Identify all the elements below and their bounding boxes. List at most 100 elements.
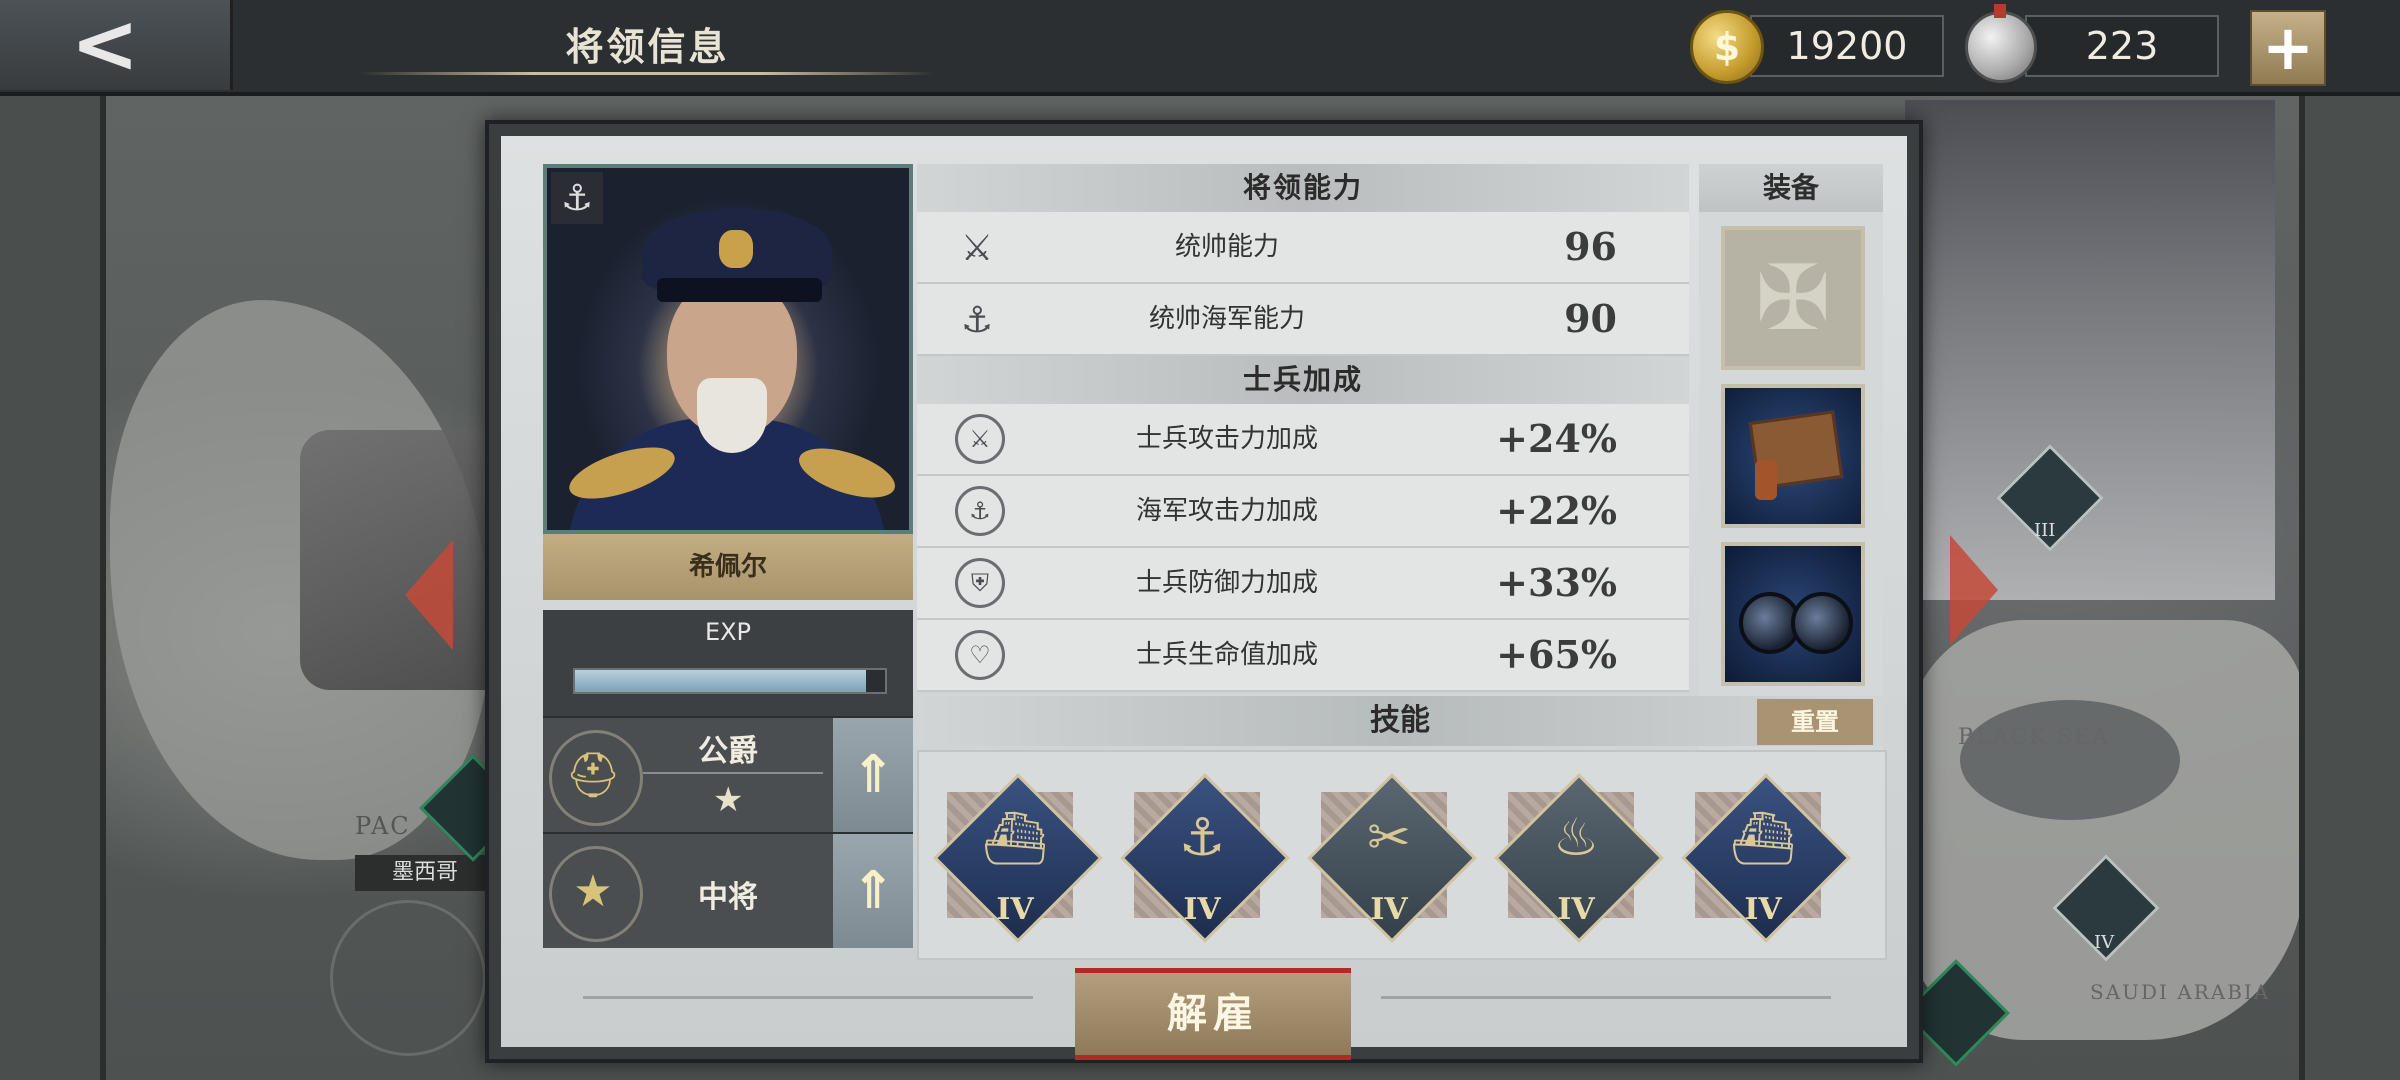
upgrade-title-button[interactable]: ⇑ [833,718,913,832]
star-rank-icon: ★ [573,865,613,917]
skill-slot[interactable]: ♨ IV [1494,773,1664,943]
rank-divider [643,772,823,774]
ship-location-icon: ⛴ [1729,809,1796,869]
skill-slot[interactable]: ⚓ IV [1120,773,1290,943]
skill-level: IV [1744,892,1782,927]
upgrade-arrow-icon: ⇑ [851,745,895,805]
ability-value: 96 [1564,224,1617,269]
decorative-line [583,996,1033,999]
nobility-title: 公爵 [698,734,758,769]
battleship-icon: ⛴ [981,809,1048,869]
map-label-saudi-arabia: SAUDI ARABIA [2090,980,2271,1004]
map-unit-level: IV [2094,932,2115,953]
upgrade-rank-button[interactable]: ⇑ [833,834,913,948]
navy-anchor-icon: ⚓ [551,172,603,224]
skill-level: IV [996,892,1034,927]
ability-value: 90 [1564,296,1617,341]
next-general-arrow-icon[interactable] [1950,535,1998,645]
title-underline [360,72,935,75]
title-rank-row: ⛑ 公爵 ★ ⇑ [543,716,913,832]
portrait-cap-badge [719,230,753,268]
helmet-icon: ⛑ [565,750,621,801]
portrait-cap-band [657,278,822,302]
title-area: 将领信息 [360,10,935,80]
exp-progress-bar [573,668,887,694]
dismiss-general-button[interactable]: 解雇 [1075,968,1351,1060]
bonus-value: +22% [1496,488,1617,533]
exp-label: EXP [704,618,752,646]
exp-progress-fill [575,670,867,692]
equipment-slot-medal[interactable]: ✠ [1721,226,1865,370]
silver-currency: 223 [1965,4,2230,83]
skills-panel: ⛴ IV ⚓ IV ✂ IV ♨ IV ⛴ IV [917,750,1887,960]
skill-slot[interactable]: ⛴ IV [1681,773,1851,943]
skill-level: IV [1557,892,1595,927]
equipment-heading: 装备 [1699,164,1883,212]
upgrade-arrow-icon: ⇑ [851,861,895,921]
health-plus-icon: ♡ [955,630,1005,680]
ability-row: ⚓ 统帅海军能力 90 [917,284,1689,356]
ability-label: 统帅能力 [1174,232,1279,262]
ability-row: ⚔ 统帅能力 96 [917,212,1689,284]
iron-cross-icon: ✠ [1755,245,1831,351]
crossed-swords-icon: ⚔ [960,227,994,269]
military-rank: 中将 [698,880,758,915]
bonus-label: 海军攻击力加成 [1135,496,1318,526]
gold-amount: 19200 [1750,15,1944,77]
bonuses-heading: 士兵加成 [917,356,1689,404]
map-frame-left [0,92,106,1080]
general-name: 希佩尔 [543,534,913,600]
dialog-body: ⚓ 希佩尔 EXP ⛑ 公爵 ★ ⇑ ★ 中将 ⇑ 将领能力 ⚔ 统帅能力 96… [501,136,1907,1060]
plus-icon: + [2262,11,2314,84]
equipment-slot-binoculars[interactable] [1721,542,1865,686]
silver-amount: 223 [2025,15,2219,77]
skill-level: IV [1370,892,1408,927]
bandage-knife-icon: ✂ [1367,808,1411,868]
bonus-value: +24% [1496,416,1617,461]
military-rank-row: ★ 中将 ⇑ [543,832,913,948]
add-currency-button[interactable]: + [2250,10,2326,86]
anchor-laurel-icon: ⚓ [1178,808,1226,868]
stats-panel: 将领能力 ⚔ 统帅能力 96 ⚓ 统帅海军能力 90 士兵加成 ⚔ 士兵攻击力加… [917,164,1689,692]
fire-shield-icon: ♨ [1552,808,1600,868]
map-frame-right [2299,92,2400,1080]
star-icon: ★ [713,780,744,820]
attack-plus-icon: ⚔ [955,414,1005,464]
compass-rose-icon [330,900,486,1056]
portrait-beard [697,378,767,453]
bonus-row: ⚔ 士兵攻击力加成 +24% [917,404,1689,476]
gold-currency: 19200 $ [1690,10,1955,84]
bonus-label: 士兵生命值加成 [1135,640,1318,670]
defense-plus-icon: ⛨ [955,558,1005,608]
map-photo-cavalry [1905,100,2275,600]
gold-coin-icon: $ [1690,10,1764,84]
skills-heading: 技能 [917,696,1883,746]
chevron-left-icon: < [70,0,140,92]
anchor-icon: ⚓ [960,299,994,341]
equipment-panel: 装备 ✠ [1699,164,1883,752]
bonus-label: 士兵防御力加成 [1135,568,1318,598]
abilities-heading: 将领能力 [917,164,1689,212]
reset-skills-button[interactable]: 重置 [1757,699,1873,745]
bonus-row: ⚓ 海军攻击力加成 +22% [917,476,1689,548]
bonus-row: ♡ 士兵生命值加成 +65% [917,620,1689,692]
skill-slot[interactable]: ⛴ IV [933,773,1103,943]
map-label-pacific: PAC [355,812,411,840]
equipment-slot-supply[interactable] [1721,384,1865,528]
silver-medal-icon [1965,4,2037,83]
skill-slot[interactable]: ✂ IV [1307,773,1477,943]
map-sea-black [1960,700,2180,820]
map-unit-level: III [2034,520,2056,541]
ability-label: 统帅海军能力 [1148,304,1305,334]
bonus-label: 士兵攻击力加成 [1135,424,1318,454]
back-button[interactable]: < [0,0,233,90]
skill-level: IV [1183,892,1221,927]
prev-general-arrow-icon[interactable] [405,540,453,650]
bonus-value: +33% [1496,560,1617,605]
page-title: 将领信息 [565,24,730,69]
bonus-row: ⛨ 士兵防御力加成 +33% [917,548,1689,620]
top-bar: < 将领信息 19200 $ 223 + [0,0,2400,96]
decorative-line [1381,996,1831,999]
map-label-black-sea: BLACK SEA [1958,725,2110,750]
general-portrait: ⚓ [543,164,913,534]
